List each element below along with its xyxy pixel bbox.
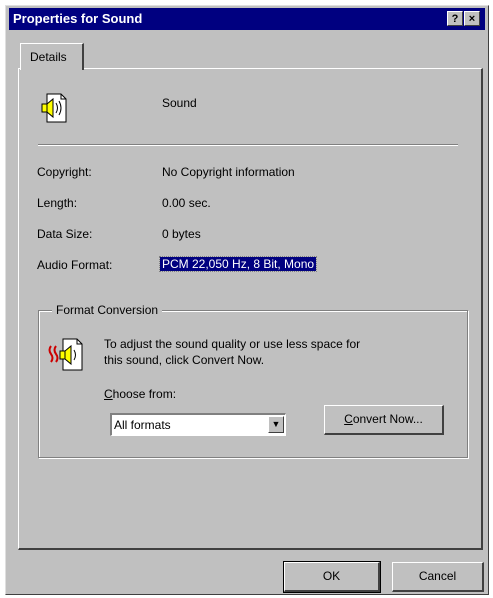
sound-convert-icon xyxy=(48,338,83,371)
cancel-button[interactable]: Cancel xyxy=(392,562,484,592)
data-size-value: 0 bytes xyxy=(162,227,201,241)
title-bar[interactable]: Properties for Sound ? × xyxy=(9,8,485,30)
convert-now-button[interactable]: Convert Now... xyxy=(324,405,444,435)
copyright-label: Copyright: xyxy=(37,165,92,179)
properties-dialog: Properties for Sound ? × Details Sound C… xyxy=(5,5,489,595)
length-label: Length: xyxy=(37,196,78,210)
choose-from-label: Choose from: xyxy=(104,387,176,401)
help-button[interactable]: ? xyxy=(447,11,463,26)
conversion-description-line1: To adjust the sound quality or use less … xyxy=(104,337,361,351)
length-value: 0.00 sec. xyxy=(162,196,211,210)
convert-now-label: onvert Now... xyxy=(352,412,423,426)
choose-from-access-key: C xyxy=(104,387,113,401)
audio-format-value[interactable]: PCM 22,050 Hz, 8 Bit, Mono xyxy=(158,256,318,272)
format-select-value: All formats xyxy=(114,418,171,432)
audio-format-label: Audio Format: xyxy=(37,258,113,272)
copyright-value: No Copyright information xyxy=(162,165,295,179)
close-button[interactable]: × xyxy=(464,11,480,26)
divider-top xyxy=(38,144,458,146)
ok-button[interactable]: OK xyxy=(283,561,381,593)
format-conversion-title: Format Conversion xyxy=(52,303,163,317)
choose-from-label-text: hoose from: xyxy=(112,387,177,401)
conversion-description-line2: this sound, click Convert Now. xyxy=(104,353,265,367)
window-title: Properties for Sound xyxy=(13,11,143,26)
tab-details[interactable]: Details xyxy=(20,43,84,70)
data-size-label: Data Size: xyxy=(37,227,93,241)
sound-file-icon xyxy=(41,93,67,123)
chevron-down-icon[interactable]: ▼ xyxy=(268,416,284,433)
convert-now-access-key: C xyxy=(344,412,353,426)
tab-details-label: Details xyxy=(30,50,67,64)
sound-name: Sound xyxy=(162,96,197,110)
format-select[interactable]: All formats ▼ xyxy=(110,413,286,436)
